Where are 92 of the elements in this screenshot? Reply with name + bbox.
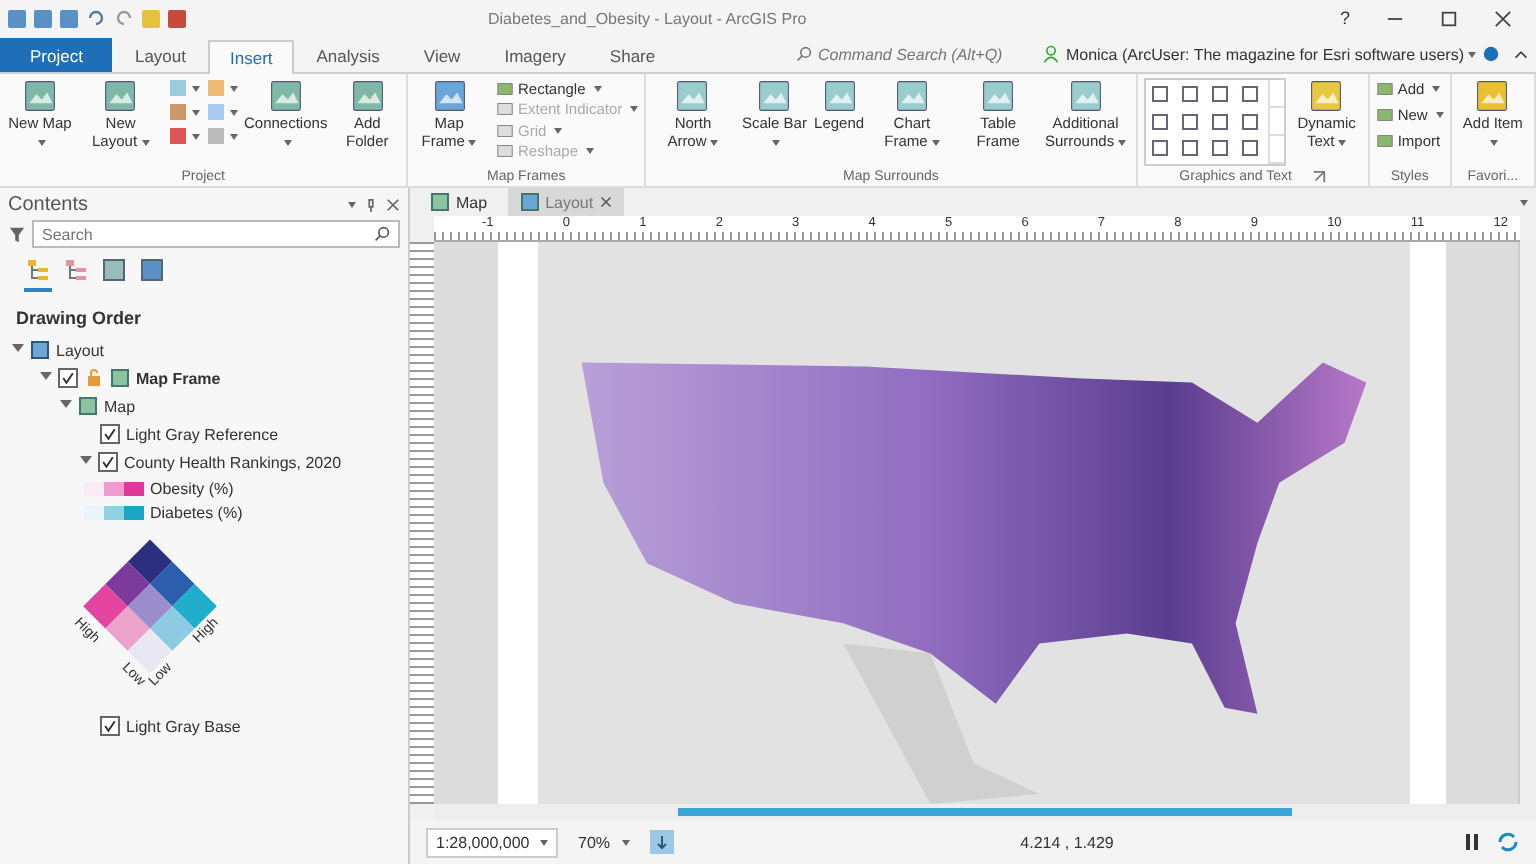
caret-icon xyxy=(229,109,238,115)
user-menu[interactable]: Monica (ArcUser: The magazine for Esri software users) xyxy=(1065,45,1464,63)
tree-item[interactable]: County Health Rankings, 2020 xyxy=(124,453,342,471)
checkbox[interactable] xyxy=(98,452,118,472)
search-field[interactable]: Search xyxy=(32,220,400,248)
caret-icon xyxy=(229,85,238,91)
checkbox[interactable] xyxy=(100,716,120,736)
tree-item[interactable]: Light Gray Base xyxy=(126,717,241,735)
notification-icon[interactable] xyxy=(1482,44,1500,64)
map-icon xyxy=(78,396,98,416)
square-icon[interactable] xyxy=(1209,111,1230,132)
search-icon[interactable] xyxy=(374,226,390,242)
square-icon[interactable] xyxy=(1149,84,1170,104)
maximize-icon[interactable] xyxy=(1440,9,1458,27)
square-icon[interactable] xyxy=(1239,111,1260,132)
ribbon-tab[interactable]: Imagery xyxy=(482,38,588,72)
map-icon xyxy=(430,192,450,212)
view-mode-icon xyxy=(64,258,88,282)
layout-page-icon xyxy=(30,340,50,360)
caret-icon xyxy=(191,133,200,139)
tree-item[interactable]: Map Frame xyxy=(136,369,221,387)
checkbox[interactable] xyxy=(100,424,120,444)
search-icon xyxy=(795,46,812,62)
window-title: Diabetes_and_Obesity - Layout - ArcGIS Pro xyxy=(488,9,809,27)
square-icon xyxy=(205,78,226,98)
map-frame-icon xyxy=(110,368,130,388)
legend-label: Obesity (%) xyxy=(150,479,234,497)
view-mode-icon xyxy=(140,258,164,282)
caret-icon[interactable] xyxy=(1468,51,1476,57)
caret-icon xyxy=(622,839,630,845)
square-icon xyxy=(167,78,188,98)
insert-item-button[interactable] xyxy=(205,126,238,146)
tree-item[interactable]: Light Gray Reference xyxy=(126,425,279,443)
coordinates-readout: 4.214 , 1.429 xyxy=(1018,833,1116,851)
zoom-dropdown[interactable]: 70% xyxy=(570,829,638,855)
caret-icon xyxy=(540,839,548,845)
square-icon[interactable] xyxy=(1179,84,1200,104)
square-icon xyxy=(205,126,226,146)
document-tab[interactable]: Map xyxy=(418,188,500,216)
caret-icon xyxy=(229,133,238,139)
tree-item[interactable]: Map xyxy=(104,397,136,415)
ribbon-tab[interactable]: Project xyxy=(0,38,113,72)
ribbon-tab[interactable]: View xyxy=(401,38,483,72)
section-heading: Drawing Order xyxy=(14,306,144,332)
refresh-icon[interactable] xyxy=(1496,830,1520,854)
scale-dropdown[interactable]: 1:28,000,000 xyxy=(426,827,558,857)
ribbon-tab[interactable]: Analysis xyxy=(294,38,402,72)
square-icon[interactable] xyxy=(1239,138,1260,159)
pin-icon[interactable] xyxy=(364,197,378,211)
square-icon[interactable] xyxy=(1179,111,1200,132)
insert-item-button[interactable] xyxy=(205,102,238,122)
layout-page-icon xyxy=(519,192,540,212)
square-icon[interactable] xyxy=(1209,138,1230,159)
redo-icon[interactable] xyxy=(114,8,134,28)
ribbon-tab[interactable]: Layout xyxy=(112,38,208,72)
view-mode-icon xyxy=(26,258,50,282)
square-icon[interactable] xyxy=(1149,111,1170,132)
insert-item-button[interactable] xyxy=(205,78,238,98)
square-icon xyxy=(167,102,188,122)
insert-item-button[interactable] xyxy=(167,126,200,146)
caret-icon[interactable] xyxy=(1520,199,1528,205)
close-icon[interactable] xyxy=(599,196,612,208)
ribbon-tab[interactable]: Insert xyxy=(208,40,295,74)
fixed-zoom-icon[interactable] xyxy=(650,830,674,854)
square-icon[interactable] xyxy=(1209,84,1230,104)
view-mode-icon xyxy=(102,258,126,282)
insert-item-button[interactable] xyxy=(167,102,200,122)
square-icon xyxy=(205,102,226,122)
help-button[interactable]: ? xyxy=(1339,8,1350,28)
square-icon[interactable] xyxy=(1239,84,1260,104)
tree-item[interactable]: Layout xyxy=(56,341,105,359)
checkbox[interactable] xyxy=(58,368,78,388)
square-icon xyxy=(167,126,188,146)
caret-icon xyxy=(191,109,200,115)
user-icon xyxy=(1041,44,1060,64)
caret-icon[interactable] xyxy=(348,201,356,207)
pane-title: Contents xyxy=(8,193,91,215)
dialog-launcher-icon[interactable] xyxy=(1311,169,1326,183)
caret-icon xyxy=(191,85,200,91)
command-search-field[interactable]: Command Search (Alt+Q) xyxy=(795,45,1036,63)
square-icon[interactable] xyxy=(1149,138,1170,159)
insert-item-button[interactable] xyxy=(167,78,200,98)
undo-icon[interactable] xyxy=(86,8,106,28)
graphics-gallery[interactable] xyxy=(1143,78,1286,166)
view-mode-tab[interactable] xyxy=(24,256,52,292)
close-icon[interactable] xyxy=(386,197,400,211)
close-icon[interactable] xyxy=(1494,9,1512,27)
pause-icon[interactable] xyxy=(1460,830,1484,854)
square-icon[interactable] xyxy=(1179,138,1200,159)
legend-label: Diabetes (%) xyxy=(150,503,243,521)
filter-icon[interactable] xyxy=(8,225,26,243)
ribbon-tab[interactable]: Share xyxy=(587,38,678,72)
